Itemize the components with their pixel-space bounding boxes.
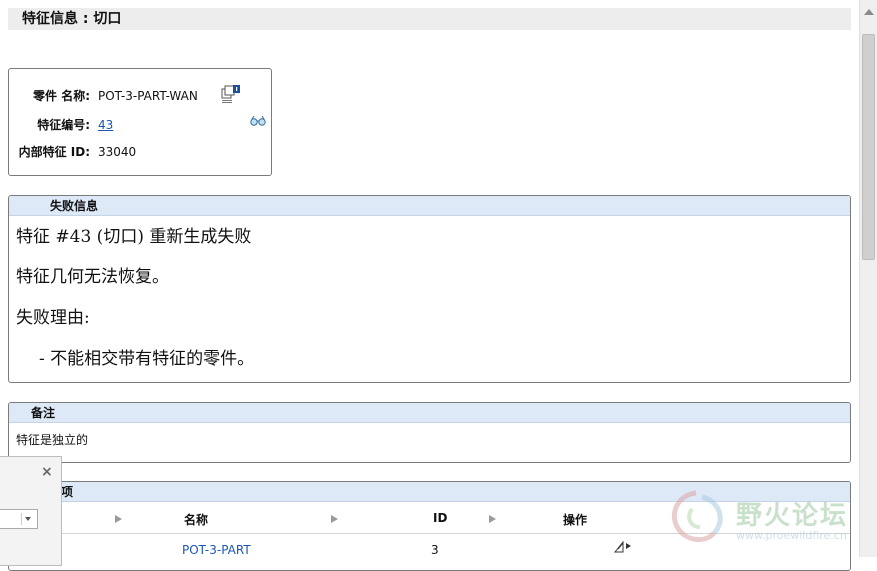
dialog-dropdown[interactable]	[0, 509, 38, 529]
vertical-scrollbar[interactable]	[859, 0, 877, 557]
notes-text: 特征是独立的	[16, 433, 89, 447]
sort-arrow-icon[interactable]	[331, 515, 338, 523]
copy-info-icon[interactable]	[221, 85, 241, 103]
internal-id-value: 33040	[98, 145, 137, 159]
scrollbar-thumb[interactable]	[862, 34, 875, 260]
table-row-id: 3	[431, 543, 439, 557]
internal-id-label: 内部特征 ID:	[18, 145, 90, 159]
scroll-up-icon[interactable]	[864, 9, 874, 15]
part-name-label: 零件 名称:	[33, 89, 90, 103]
sort-arrow-icon[interactable]	[489, 515, 496, 523]
glasses-icon[interactable]	[250, 115, 266, 127]
failure-info-title: 失败信息	[50, 199, 99, 213]
watermark-logo-icon	[672, 490, 723, 542]
column-header-id[interactable]: ID	[433, 511, 447, 525]
sort-arrow-icon[interactable]	[115, 515, 122, 523]
watermark-text: 野火论坛	[736, 501, 849, 531]
close-icon[interactable]: ×	[41, 464, 53, 480]
floating-dialog: ×	[0, 456, 62, 566]
table-row-name: POT-3-PART	[182, 543, 251, 557]
page-title-text: 特征信息 : 切口	[22, 11, 122, 27]
failure-info-panel: 失败信息 特征 #43 (切口) 重新生成失败 特征几何无法恢复。 失败理由: …	[8, 195, 851, 383]
column-header-name[interactable]: 名称	[184, 511, 208, 528]
notes-header: 备注	[9, 403, 850, 423]
forum-watermark: 野火论坛 www.proewildfire.cn	[666, 487, 856, 549]
chevron-down-icon[interactable]	[21, 513, 35, 525]
failure-line-2: 特征几何无法恢复。	[16, 267, 169, 287]
failure-info-header: 失败信息	[9, 196, 850, 216]
failure-line-1: 特征 #43 (切口) 重新生成失败	[16, 227, 252, 247]
notes-panel: 备注 特征是独立的	[8, 402, 851, 463]
page-title: 特征信息 : 切口	[8, 8, 851, 30]
failure-line-4: - 不能相交带有特征的零件。	[39, 349, 255, 369]
notes-title: 备注	[31, 406, 56, 420]
edit-ops-icon[interactable]	[614, 539, 634, 553]
column-header-operations[interactable]: 操作	[563, 511, 587, 528]
part-info-box: 零件 名称: POT-3-PART-WAN 特征编号: 43 内部特征 ID: …	[8, 68, 272, 176]
failure-line-3: 失败理由:	[16, 308, 90, 328]
watermark-url: www.proewildfire.cn	[736, 529, 847, 542]
row-name-link[interactable]: POT-3-PART	[182, 543, 251, 557]
feature-number-link[interactable]: 43	[98, 118, 113, 132]
feature-number-label: 特征编号:	[37, 118, 90, 132]
part-name-value: POT-3-PART-WAN	[98, 89, 198, 103]
